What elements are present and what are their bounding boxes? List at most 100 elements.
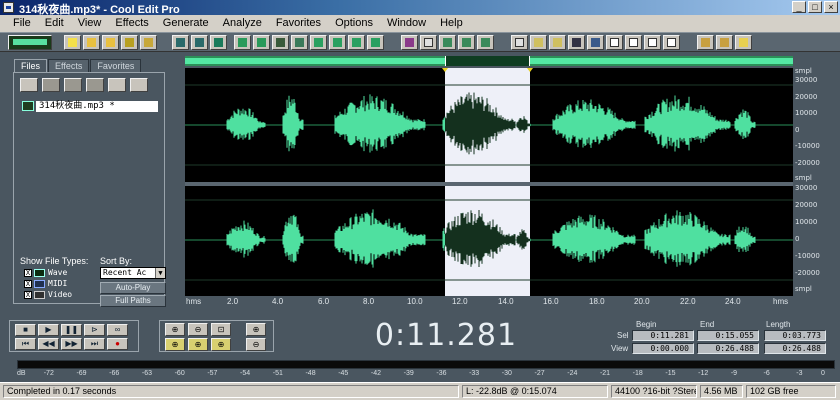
open-file-icon[interactable] [20, 78, 38, 92]
view-length-field[interactable]: 0:26.488 [764, 343, 826, 354]
pause-button[interactable]: ❚❚ [61, 324, 82, 336]
meter-label: -30 [501, 370, 512, 377]
app-icon[interactable] [3, 2, 14, 13]
auto-play-button[interactable]: Auto-Play [100, 282, 166, 294]
overview-view-range[interactable] [445, 56, 530, 66]
settings-icon[interactable] [697, 35, 714, 50]
paste-new-icon[interactable] [310, 35, 327, 50]
zoom-full-icon[interactable]: ⊡ [211, 323, 231, 336]
zoom-right-edge-icon[interactable]: ⊕ [211, 338, 231, 351]
menu-window[interactable]: Window [380, 15, 433, 32]
loop-button[interactable]: ∞ [107, 324, 128, 336]
list-item[interactable]: 314秋夜曲.mp3 * [22, 100, 158, 112]
meter-label: -9 [730, 370, 738, 377]
close-button[interactable]: × [824, 1, 838, 13]
menu-help[interactable]: Help [433, 15, 470, 32]
help-icon[interactable] [735, 35, 752, 50]
sort-by-select[interactable]: Recent Ac ▼ [100, 267, 166, 279]
bars-icon[interactable] [663, 35, 680, 50]
copy-icon[interactable] [234, 35, 251, 50]
cd-icon[interactable] [530, 35, 547, 50]
go-to-start-button[interactable]: ⏮ [15, 338, 36, 350]
menu-generate[interactable]: Generate [156, 15, 216, 32]
record-window-icon[interactable] [549, 35, 566, 50]
menu-favorites[interactable]: Favorites [269, 15, 328, 32]
insert-playlist-icon[interactable] [86, 78, 104, 92]
find-icon[interactable] [587, 35, 604, 50]
tab-effects[interactable]: Effects [48, 59, 90, 72]
sel-begin-field[interactable]: 0:11.281 [632, 330, 694, 341]
playlist-icon[interactable] [458, 35, 475, 50]
amp-unit-label: smpl [795, 285, 812, 293]
zoom-to-selection-icon[interactable]: ⊕ [165, 338, 185, 351]
cue-list-icon[interactable] [439, 35, 456, 50]
rewind-button[interactable]: ◀◀ [38, 338, 59, 350]
undo-icon[interactable] [172, 35, 189, 50]
grid-icon[interactable] [644, 35, 661, 50]
stop-button[interactable]: ■ [15, 324, 36, 336]
close-file-icon[interactable] [42, 78, 60, 92]
repeat-icon[interactable] [210, 35, 227, 50]
multitrack-toggle-button[interactable] [8, 35, 52, 50]
insert-multitrack-icon[interactable] [64, 78, 82, 92]
menu-edit[interactable]: Edit [38, 15, 71, 32]
time-ruler[interactable]: hms 2.0 4.0 6.0 8.0 10.0 12.0 14.0 16.0 … [185, 296, 793, 308]
tab-files[interactable]: Files [14, 59, 48, 72]
tab-favorites[interactable]: Favorites [90, 59, 142, 72]
full-paths-button[interactable]: Full Paths [100, 295, 166, 307]
snap-icon[interactable] [420, 35, 437, 50]
scripts-icon[interactable] [716, 35, 733, 50]
begin-header: Begin [636, 320, 657, 329]
info-icon[interactable] [477, 35, 494, 50]
view-end-field[interactable]: 0:26.488 [697, 343, 759, 354]
zoom-out-icon[interactable]: ⊖ [188, 323, 208, 336]
trim-icon[interactable] [348, 35, 365, 50]
meter-label: -69 [76, 370, 87, 377]
file-help-icon[interactable] [130, 78, 148, 92]
menu-view[interactable]: View [71, 15, 109, 32]
show-midi-checkbox[interactable]: X MIDI [24, 279, 67, 288]
file-list[interactable]: 314秋夜曲.mp3 * [20, 98, 160, 244]
save-as-icon[interactable] [140, 35, 157, 50]
edit-file-icon[interactable] [108, 78, 126, 92]
metadata-icon[interactable] [625, 35, 642, 50]
new-file-icon[interactable] [64, 35, 81, 50]
fast-forward-button[interactable]: ▶▶ [61, 338, 82, 350]
overview-bar[interactable] [185, 56, 793, 66]
menu-effects[interactable]: Effects [108, 15, 155, 32]
play-icon[interactable] [568, 35, 585, 50]
zoom-left-edge-icon[interactable]: ⊕ [188, 338, 208, 351]
window-tile-icon[interactable] [511, 35, 528, 50]
delete-silence-icon[interactable] [367, 35, 384, 50]
redo-icon[interactable] [191, 35, 208, 50]
open-folder-icon[interactable] [83, 35, 100, 50]
spectral-view-icon[interactable] [401, 35, 418, 50]
record-button[interactable]: ● [107, 338, 128, 350]
zoom-in-vertical-icon[interactable]: ⊕ [246, 323, 266, 336]
time-unit-label: hms [186, 297, 202, 306]
view-begin-field[interactable]: 0:00.000 [632, 343, 694, 354]
maximize-button[interactable]: □ [808, 1, 822, 13]
waveform-display[interactable] [185, 68, 793, 300]
cut-icon[interactable] [272, 35, 289, 50]
open-append-icon[interactable] [102, 35, 119, 50]
go-to-end-button[interactable]: ⏭ [84, 338, 105, 350]
show-wave-checkbox[interactable]: X Wave [24, 268, 67, 277]
sel-length-field[interactable]: 0:03.773 [764, 330, 826, 341]
paste-icon[interactable] [291, 35, 308, 50]
time-unit-label: hms [773, 297, 789, 306]
play-button[interactable]: ▶ [38, 324, 59, 336]
zoom-out-vertical-icon[interactable]: ⊖ [246, 338, 266, 351]
menu-file[interactable]: File [6, 15, 38, 32]
play-to-end-button[interactable]: ⊳ [84, 324, 105, 336]
menu-analyze[interactable]: Analyze [216, 15, 269, 32]
sel-end-field[interactable]: 0:15.055 [697, 330, 759, 341]
time-format-icon[interactable] [606, 35, 623, 50]
mix-paste-icon[interactable] [329, 35, 346, 50]
zoom-in-icon[interactable]: ⊕ [165, 323, 185, 336]
save-icon[interactable] [121, 35, 138, 50]
copy-to-new-icon[interactable] [253, 35, 270, 50]
minimize-button[interactable]: _ [792, 1, 806, 13]
menu-options[interactable]: Options [328, 15, 380, 32]
show-video-checkbox[interactable]: X Video [24, 290, 72, 299]
